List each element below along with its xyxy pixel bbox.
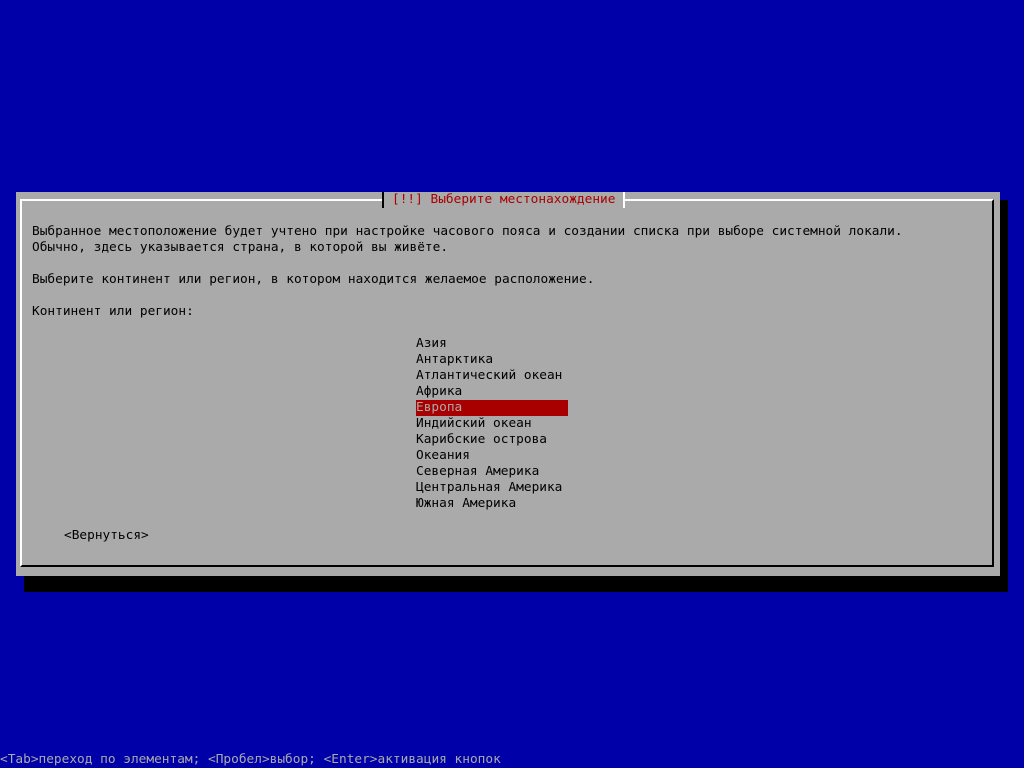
region-item-central-america[interactable]: Центральная Америка (416, 480, 568, 496)
region-item-caribbean[interactable]: Карибские острова (416, 432, 568, 448)
region-item-south-america[interactable]: Южная Америка (416, 496, 568, 512)
region-prompt: Выберите континент или регион, в котором… (32, 272, 595, 287)
description-line-2: Обычно, здесь указывается страна, в кото… (32, 240, 449, 255)
region-item-asia[interactable]: Азия (416, 336, 568, 352)
region-item-oceania[interactable]: Океания (416, 448, 568, 464)
location-dialog: [!!] Выберите местонахождение Выбранное … (16, 192, 1000, 576)
region-item-europe[interactable]: Европа (416, 400, 568, 416)
dialog-title: [!!] Выберите местонахождение (382, 192, 626, 208)
region-item-atlantic-ocean[interactable]: Атлантический океан (416, 368, 568, 384)
region-list[interactable]: Азия Антарктика Атлантический океан Афри… (416, 336, 568, 512)
description-line-1: Выбранное местоположение будет учтено пр… (32, 224, 903, 239)
region-item-africa[interactable]: Африка (416, 384, 568, 400)
region-item-north-america[interactable]: Северная Америка (416, 464, 568, 480)
region-item-antarctica[interactable]: Антарктика (416, 352, 568, 368)
back-button[interactable]: <Вернуться> (64, 528, 149, 544)
status-bar-help: <Tab>переход по элементам; <Пробел>выбор… (0, 752, 501, 767)
list-label: Континент или регион: (32, 304, 194, 319)
region-item-indian-ocean[interactable]: Индийский океан (416, 416, 568, 432)
installer-screen: [!!] Выберите местонахождение Выбранное … (0, 0, 1024, 768)
